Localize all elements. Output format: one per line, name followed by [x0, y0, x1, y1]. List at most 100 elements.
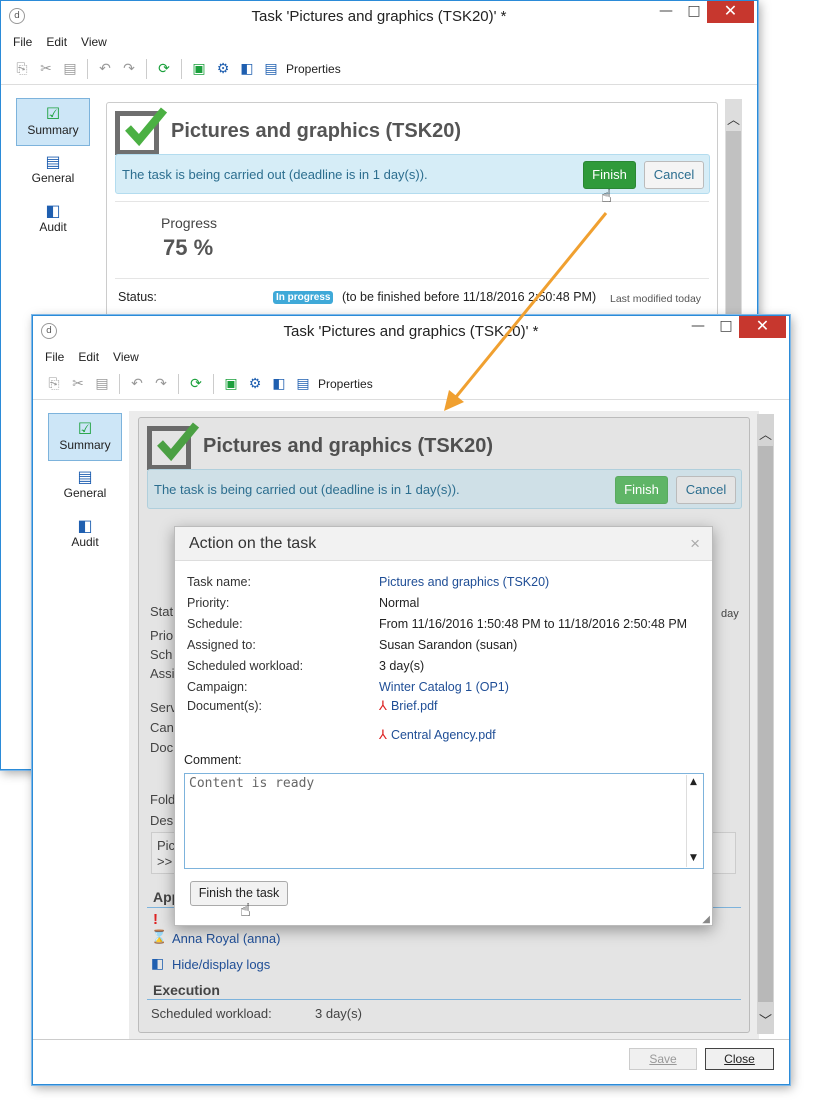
finish-button[interactable]: Finish: [583, 161, 636, 189]
audit-icon: ◧: [77, 516, 93, 535]
sidebar-item-general[interactable]: ▤ General: [48, 462, 122, 510]
description-label-partial: Des: [150, 813, 174, 828]
settings-icon[interactable]: ⚙: [214, 60, 232, 78]
menu-view[interactable]: View: [113, 350, 139, 364]
audit-icon: ◧: [45, 201, 61, 220]
menu-edit[interactable]: Edit: [46, 35, 67, 49]
info-bar: The task is being carried out (deadline …: [147, 469, 742, 509]
divider: [115, 278, 709, 279]
menu-edit[interactable]: Edit: [78, 350, 99, 364]
scroll-thumb[interactable]: [758, 446, 773, 1002]
copy-icon[interactable]: ⎘: [45, 375, 63, 393]
dialog-header: Action on the task ×: [175, 527, 712, 561]
maximize-button[interactable]: □: [680, 1, 708, 23]
undo-icon[interactable]: ↶: [128, 375, 146, 393]
hand-cursor-icon: ☝: [240, 900, 251, 921]
paste-icon[interactable]: ▤: [61, 60, 79, 78]
properties-label[interactable]: Properties: [318, 377, 373, 391]
sidebar-item-audit[interactable]: ◧ Audit: [48, 511, 122, 559]
scroll-down-icon[interactable]: ▼: [690, 853, 697, 863]
hand-cursor-icon: ☝: [601, 186, 612, 207]
settings-icon[interactable]: ⚙: [246, 375, 264, 393]
menu-file[interactable]: File: [45, 350, 64, 364]
window-title: Task 'Pictures and graphics (TSK20)' *: [283, 323, 539, 340]
assigned-label-partial: Assi: [150, 666, 175, 681]
folder-label-partial: Fold: [150, 792, 176, 807]
copy-icon[interactable]: ⎘: [13, 60, 31, 78]
paste-icon[interactable]: ▤: [93, 375, 111, 393]
sidebar-item-summary[interactable]: ☑ Summary: [16, 98, 90, 146]
maximize-button[interactable]: □: [712, 316, 740, 338]
logs-icon[interactable]: ◧: [238, 60, 256, 78]
sidebar-item-summary[interactable]: ☑ Summary: [48, 413, 122, 461]
sidebar: ☑ Summary ▤ General ◧ Audit: [16, 98, 90, 245]
scroll-up-icon[interactable]: ▲: [690, 777, 697, 787]
resize-grip-icon[interactable]: ◢: [702, 914, 710, 925]
refresh-icon[interactable]: ⟳: [187, 375, 205, 393]
progress-label: Progress: [161, 215, 218, 231]
menu-file[interactable]: File: [13, 35, 32, 49]
cancel-button[interactable]: Cancel: [676, 476, 736, 504]
cancel-button[interactable]: Cancel: [644, 161, 704, 189]
dialog-field-link[interactable]: Pictures and graphics (TSK20): [379, 575, 549, 589]
properties-icon[interactable]: ▤: [262, 60, 280, 78]
menu-bar: File Edit View: [33, 346, 789, 368]
toolbar-divider: [119, 373, 120, 394]
textarea-scrollbar[interactable]: ▲ ▼: [686, 775, 702, 867]
properties-icon[interactable]: ▤: [294, 375, 312, 393]
progress-value: 75 %: [163, 235, 214, 260]
calculator-icon[interactable]: ▣: [190, 60, 208, 78]
document-name[interactable]: Central Agency.pdf: [391, 728, 496, 742]
scroll-down-icon[interactable]: ﹀: [757, 1010, 774, 1029]
scroll-up-icon[interactable]: ︿: [725, 109, 742, 128]
status-label: Status:: [118, 290, 157, 304]
task-check-icon: [147, 422, 200, 470]
redo-icon[interactable]: ↷: [152, 375, 170, 393]
finish-button[interactable]: Finish: [615, 476, 668, 504]
minimize-button[interactable]: —: [652, 1, 680, 23]
minimize-button[interactable]: —: [684, 316, 712, 338]
toolbar-divider: [181, 58, 182, 79]
menu-bar: File Edit View: [1, 31, 757, 53]
document-link-1[interactable]: ⅄ Brief.pdf: [379, 699, 438, 714]
scroll-thumb[interactable]: [726, 131, 741, 331]
calculator-icon[interactable]: ▣: [222, 375, 240, 393]
refresh-icon[interactable]: ⟳: [155, 60, 173, 78]
sidebar-item-general[interactable]: ▤ General: [16, 147, 90, 195]
sidebar-item-audit[interactable]: ◧ Audit: [16, 196, 90, 244]
close-window-button[interactable]: ✕: [739, 316, 786, 338]
toolbar-divider: [178, 373, 179, 394]
campaign-label-partial: Can: [150, 720, 174, 735]
cut-icon[interactable]: ✂: [69, 375, 87, 393]
dialog-field-label: Scheduled workload:: [187, 659, 304, 673]
dialog-field-value: Susan Sarandon (susan): [379, 638, 518, 652]
scroll-up-icon[interactable]: ︿: [757, 424, 774, 443]
document-name[interactable]: Brief.pdf: [391, 699, 438, 713]
scrollbar[interactable]: ︿: [725, 99, 742, 339]
scrollbar[interactable]: ︿ ﹀: [757, 414, 774, 1034]
properties-label[interactable]: Properties: [286, 62, 341, 76]
redo-icon[interactable]: ↷: [120, 60, 138, 78]
comment-textarea[interactable]: Content is ready: [184, 773, 704, 869]
approver-link[interactable]: Anna Royal (anna): [172, 931, 280, 946]
close-window-button[interactable]: ✕: [707, 1, 754, 23]
checkbox-icon: ☑: [77, 419, 93, 438]
title-bar: d Task 'Pictures and graphics (TSK20)' *…: [1, 1, 757, 31]
dialog-field-link[interactable]: Winter Catalog 1 (OP1): [379, 680, 509, 694]
hide-logs-link[interactable]: Hide/display logs: [172, 957, 270, 972]
cut-icon[interactable]: ✂: [37, 60, 55, 78]
description-more-partial: >>: [157, 854, 173, 869]
undo-icon[interactable]: ↶: [96, 60, 114, 78]
dialog-close-icon[interactable]: ×: [690, 534, 700, 554]
logs-icon: ◧: [151, 956, 165, 972]
toolbar-divider: [87, 58, 88, 79]
finish-task-button[interactable]: Finish the task: [190, 881, 288, 906]
save-button[interactable]: Save: [629, 1048, 697, 1070]
dialog-field-label: Task name:: [187, 575, 251, 589]
close-button[interactable]: Close: [705, 1048, 774, 1070]
pdf-icon: ⅄: [379, 728, 387, 743]
menu-view[interactable]: View: [81, 35, 107, 49]
dialog-title: Action on the task: [189, 535, 317, 552]
document-link-2[interactable]: ⅄ Central Agency.pdf: [379, 728, 496, 743]
logs-icon[interactable]: ◧: [270, 375, 288, 393]
